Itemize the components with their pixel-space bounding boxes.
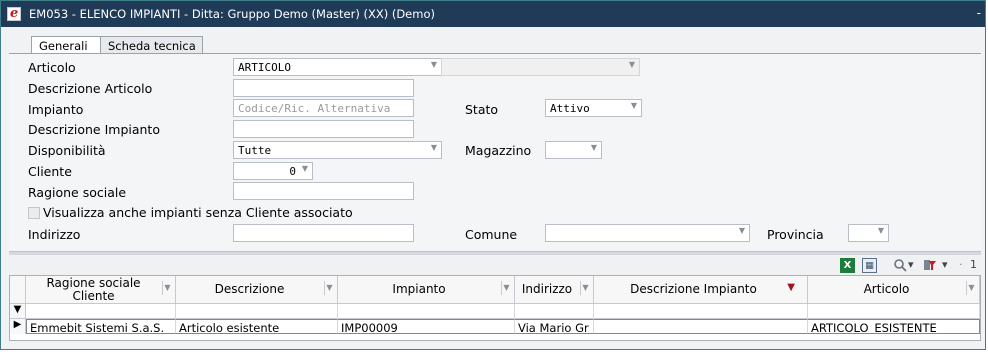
grid-corner bbox=[10, 276, 26, 304]
indirizzo-field[interactable] bbox=[233, 224, 414, 242]
magazzino-combo[interactable]: ▼ bbox=[545, 141, 602, 159]
ragione-sociale-label: Ragione sociale bbox=[28, 185, 127, 200]
magazzino-label: Magazzino bbox=[465, 143, 532, 158]
filter-form: Articolo ARTICOLO ▼ ▼ Descrizione Artico… bbox=[9, 54, 981, 250]
chevron-down-icon[interactable]: ▼ bbox=[302, 164, 308, 173]
descrizione-articolo-label: Descrizione Articolo bbox=[28, 81, 153, 96]
window-title: EM053 - ELENCO IMPIANTI - Ditta: Gruppo … bbox=[29, 7, 435, 21]
app-logo-icon: e bbox=[7, 6, 21, 21]
search-dropdown-icon[interactable]: ▾ bbox=[908, 258, 914, 271]
chevron-down-icon[interactable]: ▼ bbox=[431, 60, 437, 69]
column-header-label: Ragione sociale Cliente bbox=[46, 276, 141, 303]
column-header-label: Indirizzo bbox=[521, 282, 573, 296]
chevron-down-icon[interactable]: ▼ bbox=[431, 143, 437, 152]
articolo-value: ARTICOLO bbox=[238, 61, 291, 74]
descrizione-articolo-field[interactable] bbox=[233, 79, 414, 97]
column-header-ragione-sociale[interactable]: Ragione sociale Cliente ▼ bbox=[26, 276, 176, 304]
articolo-label: Articolo bbox=[28, 60, 76, 75]
filter-icon[interactable] bbox=[923, 258, 937, 273]
excel-export-icon[interactable]: X bbox=[840, 258, 855, 273]
filter-cell[interactable] bbox=[26, 304, 176, 319]
chevron-down-icon[interactable]: ▼ bbox=[878, 226, 884, 235]
column-header-descrizione[interactable]: Descrizione ▼ bbox=[176, 276, 338, 304]
table-cell[interactable] bbox=[594, 319, 808, 334]
chevron-down-icon[interactable]: ▼ bbox=[580, 281, 590, 295]
chevron-down-icon[interactable]: ▼ bbox=[324, 281, 334, 295]
chevron-down-icon[interactable]: ▼ bbox=[162, 281, 172, 295]
grid-layout-icon[interactable]: ▦ bbox=[862, 258, 877, 273]
column-header-descrizione-impianto[interactable]: Descrizione Impianto ▼ bbox=[594, 276, 808, 304]
disponibilita-value: Tutte bbox=[238, 144, 272, 157]
stato-label: Stato bbox=[465, 102, 499, 117]
filter-cell[interactable] bbox=[338, 304, 515, 319]
column-header-indirizzo[interactable]: Indirizzo ▼ bbox=[515, 276, 594, 304]
column-header-label: Articolo bbox=[863, 282, 910, 296]
filter-cell[interactable] bbox=[594, 304, 808, 319]
ragione-sociale-field[interactable] bbox=[233, 182, 414, 200]
search-icon[interactable] bbox=[893, 258, 907, 273]
indirizzo-label: Indirizzo bbox=[28, 227, 81, 242]
column-header-articolo[interactable]: Articolo ▼ bbox=[808, 276, 980, 304]
descrizione-impianto-field[interactable] bbox=[233, 120, 414, 138]
stato-value: Attivo bbox=[550, 102, 590, 115]
impianto-label: Impianto bbox=[28, 102, 84, 117]
articolo-secondary-combo: ▼ bbox=[441, 58, 640, 76]
comune-combo[interactable]: ▼ bbox=[545, 224, 750, 242]
table-cell[interactable]: ARTICOLO_ESISTENTE bbox=[808, 319, 980, 334]
table-cell[interactable]: IMP00009 bbox=[338, 319, 515, 334]
articolo-combo[interactable]: ARTICOLO ▼ bbox=[233, 58, 442, 76]
current-row-indicator-icon[interactable]: ▶ bbox=[10, 319, 26, 334]
impianto-placeholder: Codice/Ric. Alternativa bbox=[238, 102, 391, 115]
column-header-label: Impianto bbox=[392, 282, 446, 296]
grid-toolbar: X ▦ ▾ ▾ · 1 bbox=[9, 255, 981, 275]
impianto-field[interactable]: Codice/Ric. Alternativa bbox=[233, 99, 414, 117]
column-header-label: Descrizione Impianto bbox=[630, 282, 757, 296]
table-cell[interactable]: Articolo esistente bbox=[176, 319, 338, 334]
cliente-field[interactable]: 0 ▼ bbox=[233, 162, 313, 180]
chevron-down-icon[interactable]: ▼ bbox=[739, 226, 745, 235]
table-cell[interactable]: Via Mario Gr bbox=[515, 319, 594, 334]
results-grid: Ragione sociale Cliente ▼ Descrizione ▼ … bbox=[9, 275, 981, 341]
stato-combo[interactable]: Attivo ▼ bbox=[545, 99, 642, 117]
comune-label: Comune bbox=[465, 227, 518, 242]
column-header-label: Descrizione bbox=[214, 282, 285, 296]
table-cell[interactable]: Emmebit Sistemi S.a.S. bbox=[26, 319, 176, 334]
descrizione-impianto-label: Descrizione Impianto bbox=[28, 122, 160, 137]
filter-row-icon: ▼ bbox=[10, 304, 26, 319]
window-control[interactable]: - bbox=[977, 6, 981, 20]
column-header-impianto[interactable]: Impianto ▼ bbox=[338, 276, 515, 304]
filter-cell[interactable] bbox=[176, 304, 338, 319]
chevron-down-icon: ▼ bbox=[628, 60, 635, 69]
active-filter-icon: ▼ bbox=[787, 282, 795, 293]
toolbar-separator-icon: · bbox=[959, 258, 963, 271]
filter-cell[interactable] bbox=[515, 304, 594, 319]
cliente-value: 0 bbox=[289, 165, 296, 178]
senza-cliente-checkbox[interactable] bbox=[28, 207, 40, 219]
filter-dropdown-icon[interactable]: ▾ bbox=[942, 258, 948, 271]
senza-cliente-label[interactable]: Visualizza anche impianti senza Cliente … bbox=[43, 205, 353, 220]
title-bar[interactable]: e EM053 - ELENCO IMPIANTI - Ditta: Grupp… bbox=[1, 1, 985, 27]
chevron-down-icon[interactable]: ▼ bbox=[631, 101, 637, 110]
disponibilita-label: Disponibilità bbox=[28, 143, 106, 158]
provincia-label: Provincia bbox=[767, 227, 824, 242]
provincia-combo[interactable]: ▼ bbox=[848, 224, 889, 242]
tab-scheda-tecnica[interactable]: Scheda tecnica bbox=[100, 36, 203, 54]
toolbar-trailing-label: 1 bbox=[970, 258, 977, 271]
chevron-down-icon[interactable]: ▼ bbox=[501, 281, 511, 295]
disponibilita-combo[interactable]: Tutte ▼ bbox=[233, 141, 442, 159]
cliente-label: Cliente bbox=[28, 164, 72, 179]
main-window: e EM053 - ELENCO IMPIANTI - Ditta: Grupp… bbox=[0, 0, 986, 350]
filter-cell[interactable] bbox=[808, 304, 980, 319]
chevron-down-icon[interactable]: ▼ bbox=[591, 143, 597, 152]
chevron-down-icon[interactable]: ▼ bbox=[966, 281, 976, 295]
